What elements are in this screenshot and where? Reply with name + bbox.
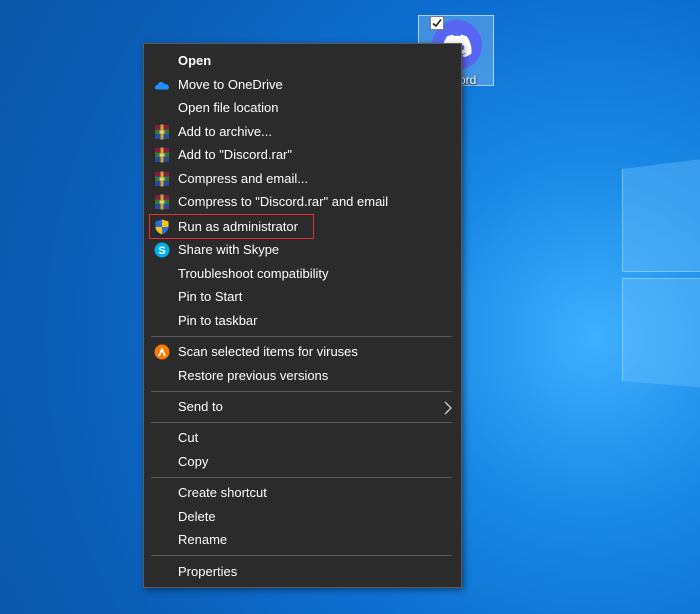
windows-logo-pane-upper [622,155,700,272]
skype-icon: S [154,242,170,258]
menu-item-pin-to-taskbar[interactable]: Pin to taskbar [144,309,461,332]
winrar-icon [154,124,170,140]
menu-item-move-to-onedrive[interactable]: Move to OneDrive [144,73,461,96]
menu-item-open[interactable]: Open [144,49,461,72]
menu-item-compress-and-email[interactable]: Compress and email... [144,167,461,190]
menu-item-label: Add to "Discord.rar" [178,147,292,162]
menu-separator [151,477,452,478]
menu-item-share-with-skype[interactable]: S Share with Skype [144,238,461,261]
menu-item-properties[interactable]: Properties [144,560,461,583]
menu-item-label: Restore previous versions [178,368,329,383]
winrar-icon [154,171,170,187]
menu-item-label: Open file location [178,100,279,115]
menu-item-delete[interactable]: Delete [144,505,461,528]
chevron-right-icon [444,399,452,422]
menu-item-label: Compress and email... [178,171,309,186]
menu-item-pin-to-start[interactable]: Pin to Start [144,285,461,308]
menu-item-label: Move to OneDrive [178,77,283,92]
menu-item-rename[interactable]: Rename [144,528,461,551]
avast-icon [154,344,170,360]
context-menu: Open Move to OneDrive Open file location… [143,43,462,588]
menu-item-label: Troubleshoot compatibility [178,266,329,281]
menu-item-label: Open [178,53,212,68]
menu-item-label: Cut [178,430,199,445]
winrar-icon [154,194,170,210]
menu-item-add-to-discord-rar[interactable]: Add to "Discord.rar" [144,143,461,166]
svg-text:S: S [158,245,165,257]
menu-item-add-to-archive[interactable]: Add to archive... [144,120,461,143]
menu-item-label: Rename [178,532,228,547]
menu-separator [151,555,452,556]
winrar-icon [154,147,170,163]
menu-item-cut[interactable]: Cut [144,426,461,449]
menu-item-label: Properties [178,564,238,579]
menu-item-create-shortcut[interactable]: Create shortcut [144,481,461,504]
menu-item-send-to[interactable]: Send to [144,395,461,418]
menu-item-label: Pin to Start [178,289,243,304]
menu-item-label: Share with Skype [178,242,280,257]
menu-separator [151,422,452,423]
menu-item-open-file-location[interactable]: Open file location [144,96,461,119]
menu-item-copy[interactable]: Copy [144,450,461,473]
onedrive-icon [154,77,170,93]
menu-item-label: Send to [178,399,223,414]
highlight-box-run-as-administrator [149,214,314,239]
menu-item-troubleshoot-compatibility[interactable]: Troubleshoot compatibility [144,262,461,285]
menu-item-label: Add to archive... [178,124,272,139]
selection-checkbox[interactable] [430,16,444,30]
menu-item-label: Copy [178,454,209,469]
menu-separator [151,336,452,337]
menu-item-label: Compress to "Discord.rar" and email [178,194,389,209]
menu-item-compress-to-rar-and-email[interactable]: Compress to "Discord.rar" and email [144,190,461,213]
menu-item-label: Delete [178,509,216,524]
menu-item-label: Scan selected items for viruses [178,344,358,359]
menu-separator [151,391,452,392]
menu-item-scan-for-viruses[interactable]: Scan selected items for viruses [144,340,461,363]
windows-logo-pane-lower [622,278,700,390]
menu-item-label: Create shortcut [178,485,267,500]
menu-item-label: Pin to taskbar [178,313,258,328]
menu-item-restore-previous-versions[interactable]: Restore previous versions [144,364,461,387]
